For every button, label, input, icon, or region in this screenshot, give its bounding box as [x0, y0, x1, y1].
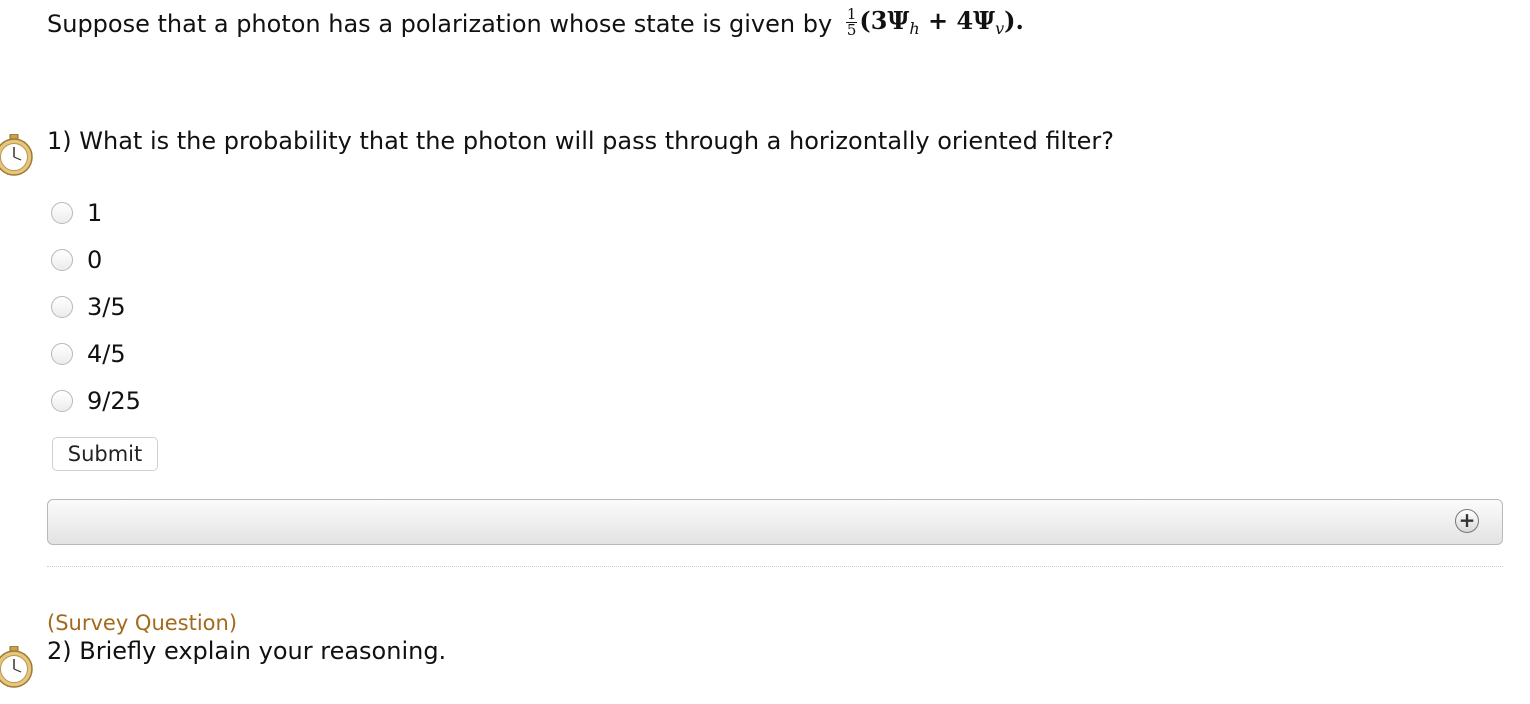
polarization-state-formula: 1 5 (3Ψh + 4Ψv). [845, 4, 1024, 46]
question-2-text: 2) Briefly explain your reasoning. [47, 637, 447, 665]
answer-option-4[interactable]: 4/5 [51, 338, 451, 385]
fraction: 1 5 [845, 7, 858, 39]
answer-option-label: 1 [87, 199, 103, 227]
plus-icon[interactable]: + [1455, 509, 1479, 533]
radio-button[interactable] [51, 390, 73, 412]
answer-option-label: 0 [87, 246, 103, 274]
problem-statement: Suppose that a photon has a polarization… [47, 4, 1024, 46]
radio-button[interactable] [51, 296, 73, 318]
section-divider [47, 566, 1503, 567]
expandable-panel-bar[interactable]: + [47, 499, 1503, 545]
stopwatch-icon [0, 646, 33, 688]
radio-button[interactable] [51, 343, 73, 365]
problem-statement-text: Suppose that a photon has a polarization… [47, 10, 833, 38]
radio-button[interactable] [51, 249, 73, 271]
expression-open: (3Ψ [859, 6, 910, 35]
answer-option-label: 9/25 [87, 387, 141, 415]
subscript-v: v [995, 19, 1005, 38]
answer-option-3[interactable]: 3/5 [51, 291, 451, 338]
question-1-text: 1) What is the probability that the phot… [47, 127, 1115, 155]
answer-option-label: 4/5 [87, 340, 126, 368]
subscript-h: h [909, 19, 920, 38]
expression-close: ). [1004, 6, 1024, 35]
submit-button[interactable]: Submit [52, 437, 158, 471]
expression-middle: + 4Ψ [919, 6, 996, 35]
stopwatch-icon [0, 134, 33, 176]
radio-button[interactable] [51, 202, 73, 224]
state-expression: (3Ψh + 4Ψv). [859, 6, 1024, 38]
answer-option-2[interactable]: 0 [51, 244, 451, 291]
answer-option-1[interactable]: 1 [51, 197, 451, 244]
answer-option-label: 3/5 [87, 293, 126, 321]
fraction-denominator: 5 [846, 21, 857, 39]
answer-option-5[interactable]: 9/25 [51, 385, 451, 432]
answer-options: 1 0 3/5 4/5 9/25 [51, 197, 451, 432]
survey-question-label: (Survey Question) [47, 611, 238, 635]
